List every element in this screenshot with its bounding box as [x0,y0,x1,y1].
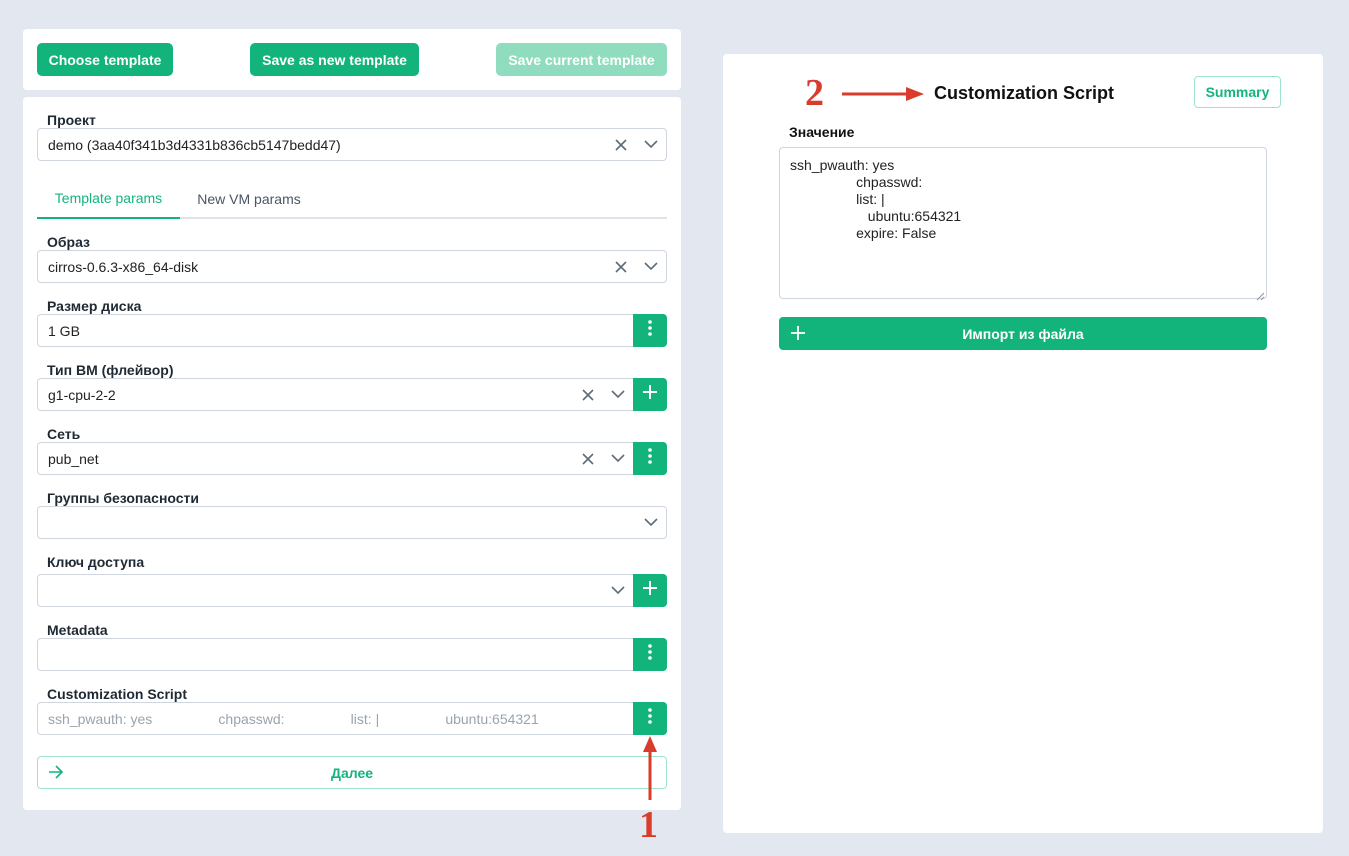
chevron-down-icon[interactable] [636,130,666,160]
save-as-new-template-button[interactable]: Save as new template [250,43,419,76]
plus-icon [791,326,805,343]
summary-button[interactable]: Summary [1194,76,1281,108]
plus-icon [643,385,657,404]
panel-title: Customization Script [934,83,1115,103]
add-flavor-button[interactable] [633,378,667,411]
disk-size-label: Размер диска [47,298,142,314]
tab-template-params[interactable]: Template params [37,178,180,219]
resize-handle-icon[interactable] [1256,288,1265,306]
save-current-template-button[interactable]: Save current template [496,43,667,76]
flavor-label: Тип ВМ (флейвор) [47,362,174,378]
network-select[interactable]: pub_net [37,442,633,475]
import-from-file-button[interactable]: Импорт из файла [779,317,1267,350]
image-select[interactable]: cirros-0.6.3-x86_64-disk [37,250,667,283]
security-groups-select[interactable] [37,506,667,539]
next-button[interactable]: Далее [37,756,667,789]
tab-new-vm-params[interactable]: New VM params [180,178,318,219]
more-vertical-icon [648,708,652,729]
network-menu-button[interactable] [633,442,667,475]
clear-icon[interactable] [573,380,603,410]
next-label: Далее [330,764,374,781]
chevron-down-icon[interactable] [636,508,666,538]
project-select[interactable]: demo (3aa40f341b3d4331b836cb5147bedd47) [37,128,667,161]
choose-template-button[interactable]: Choose template [37,43,173,76]
project-label: Проект [47,112,96,128]
disk-size-value: 1 GB [48,322,80,339]
metadata-menu-button[interactable] [633,638,667,671]
annotation-arrow-icon [842,87,924,101]
customization-script-label: Customization Script [47,686,188,702]
image-label: Образ [47,234,91,250]
metadata-label: Metadata [47,622,108,638]
image-value: cirros-0.6.3-x86_64-disk [48,258,199,275]
network-value: pub_net [48,450,99,467]
flavor-select[interactable]: g1-cpu-2-2 [37,378,633,411]
disk-size-input[interactable]: 1 GB [37,314,633,347]
customization-script-preview: ssh_pwauth: yes chpasswd: list: | ubuntu… [48,710,539,727]
plus-icon [643,581,657,600]
annotation-marker-2: 2 [805,72,824,114]
chevron-down-icon[interactable] [636,252,666,282]
flavor-value: g1-cpu-2-2 [48,386,116,403]
chevron-down-icon[interactable] [603,576,633,606]
customization-script-input[interactable]: ssh_pwauth: yes chpasswd: list: | ubuntu… [37,702,633,735]
clear-icon[interactable] [606,252,636,282]
project-value: demo (3aa40f341b3d4331b836cb5147bedd47) [48,136,341,153]
security-groups-label: Группы безопасности [47,490,200,506]
clear-icon[interactable] [606,130,636,160]
customization-script-menu-button[interactable] [633,702,667,735]
clear-icon[interactable] [573,444,603,474]
script-textarea[interactable]: ssh_pwauth: yes chpasswd: list: | ubuntu… [779,147,1267,299]
more-vertical-icon [648,644,652,665]
arrow-right-icon [48,765,64,782]
network-label: Сеть [47,426,81,442]
annotation-marker-1: 1 [639,804,658,846]
disk-size-menu-button[interactable] [633,314,667,347]
more-vertical-icon [648,320,652,341]
params-tabs: Template params New VM params [37,178,667,219]
annotation-arrow-icon [643,736,657,800]
value-label: Значение [789,124,855,140]
more-vertical-icon [648,448,652,469]
add-access-key-button[interactable] [633,574,667,607]
chevron-down-icon[interactable] [603,380,633,410]
import-label: Импорт из файла [962,325,1084,342]
metadata-input[interactable] [37,638,633,671]
access-key-select[interactable] [37,574,633,607]
chevron-down-icon[interactable] [603,444,633,474]
access-key-label: Ключ доступа [47,554,145,570]
